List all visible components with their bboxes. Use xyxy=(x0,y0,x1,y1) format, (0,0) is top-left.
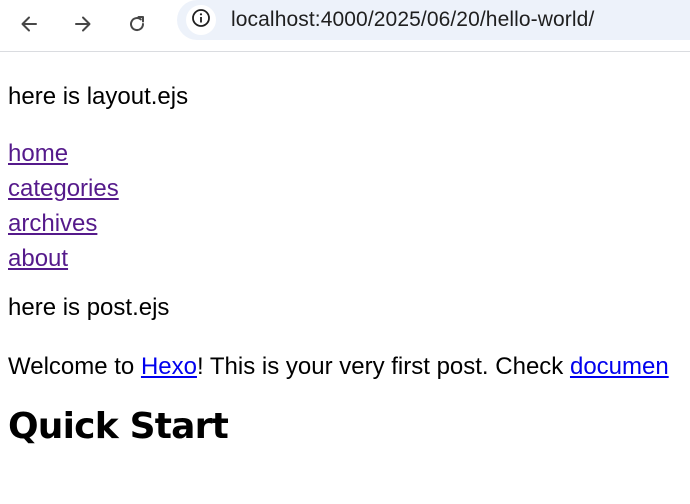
reload-icon xyxy=(127,14,147,34)
reload-button[interactable] xyxy=(119,6,155,42)
post-note: here is post.ejs xyxy=(8,294,170,321)
back-button[interactable] xyxy=(11,6,47,42)
page-content: here is layout.ejs home categories archi… xyxy=(8,52,690,449)
intro-paragraph: Welcome to Hexo! This is your very first… xyxy=(8,352,690,382)
nav-link-archives[interactable]: archives xyxy=(8,206,690,241)
quick-start-heading: Quick Start xyxy=(8,406,229,447)
address-bar[interactable]: localhost:4000/2025/06/20/hello-world/ xyxy=(177,0,690,40)
site-info-button[interactable] xyxy=(186,5,216,35)
layout-note: here is layout.ejs xyxy=(8,83,189,110)
nav-link-home[interactable]: home xyxy=(8,136,690,171)
url-text[interactable]: localhost:4000/2025/06/20/hello-world/ xyxy=(231,8,594,32)
forward-button[interactable] xyxy=(65,6,101,42)
arrow-right-icon xyxy=(73,14,93,34)
documentation-link[interactable]: documen xyxy=(570,353,669,380)
nav-link-about[interactable]: about xyxy=(8,241,690,276)
hexo-link[interactable]: Hexo xyxy=(141,353,197,380)
browser-toolbar: localhost:4000/2025/06/20/hello-world/ xyxy=(0,0,690,52)
intro-text-before: Welcome to xyxy=(8,353,141,380)
arrow-left-icon xyxy=(19,14,39,34)
info-icon xyxy=(191,8,211,32)
site-nav: home categories archives about xyxy=(8,136,690,276)
nav-link-categories[interactable]: categories xyxy=(8,171,690,206)
intro-text-middle: ! This is your very first post. Check xyxy=(196,353,570,380)
